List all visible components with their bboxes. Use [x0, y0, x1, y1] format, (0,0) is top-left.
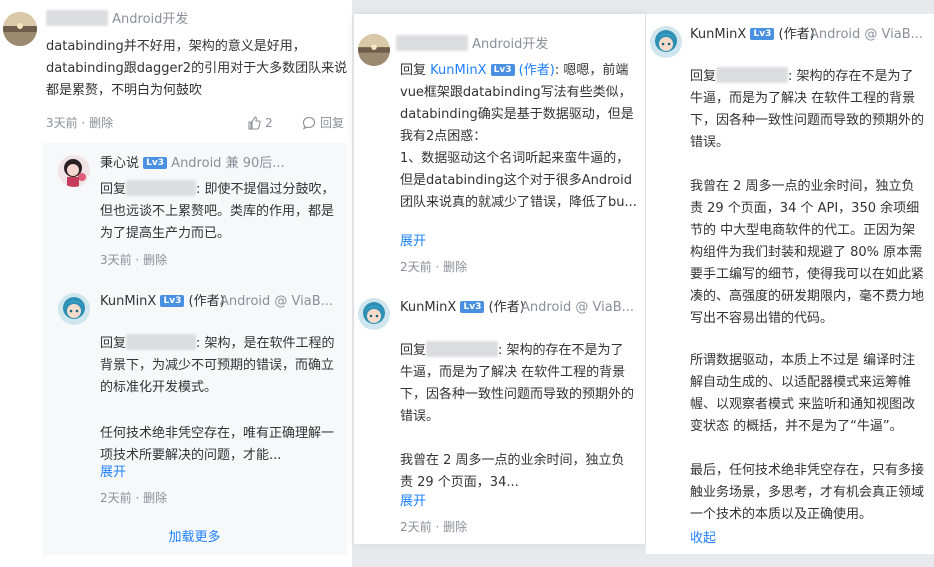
- reply-text: 回复: 架构的存在不是为了牛逼，而是为了解决 在软件工程的背景下，因各种一致性问…: [400, 341, 635, 424]
- mention-link[interactable]: KunMinX: [430, 63, 486, 78]
- expand-link[interactable]: 展开: [100, 462, 126, 484]
- reply-header: KunMinX Lv3 (作者) Android @ ViaB...: [100, 291, 340, 313]
- delete-button[interactable]: 删除: [89, 116, 113, 130]
- comment-header: Android开发: [46, 9, 188, 31]
- expand-link[interactable]: 展开: [400, 231, 426, 253]
- user-dept: Android @ ViaB...: [521, 300, 635, 315]
- reply-text: 回复: 架构，是在软件工程的背景下，为减少不可预期的错误，而确立的标准化开发模式…: [100, 334, 335, 395]
- comment-panel-middle: Android开发 回复 KunMinX Lv3 (作者): 嗯嗯，前端vue框…: [354, 14, 645, 544]
- reply-text: 回复: 架构的存在不是为了牛逼，而是为了解决 在软件工程的背景下，因各种一致性问…: [690, 67, 925, 150]
- anime-avatar-icon: [358, 298, 390, 330]
- username-redacted: [126, 334, 197, 350]
- user-dept: Android开发: [112, 12, 189, 27]
- reply-meta: 3天前 · 删除: [100, 253, 168, 267]
- username-redacted: [396, 35, 468, 51]
- reply-meta: 2天前 · 删除: [100, 491, 168, 505]
- username-redacted: [126, 180, 197, 196]
- comment-header: Android开发: [396, 34, 548, 56]
- comment-meta: 2天前 · 删除: [400, 260, 468, 274]
- girl-avatar-icon: [58, 155, 90, 187]
- reply-paragraph-3: 所谓数据驱动，本质上不过是 编译时注解自动生成的、以适配器模式来运筹帷幄、以观察…: [690, 353, 916, 434]
- like-button[interactable]: 2: [247, 112, 273, 134]
- collapse-link[interactable]: 收起: [690, 528, 716, 550]
- comment-icon: [302, 116, 316, 130]
- user-dept: Android开发: [472, 37, 549, 52]
- delete-button[interactable]: 删除: [443, 520, 467, 534]
- reply-username[interactable]: KunMinX: [100, 294, 156, 309]
- like-count: 2: [265, 116, 273, 130]
- reply-paragraph-4: 最后，任何技术绝非凭空存在，只有多接触业务场景，多思考，才有机会真正领域一个技术…: [690, 463, 925, 522]
- user-dept: Android @ ViaB...: [810, 27, 924, 42]
- user-avatar[interactable]: [358, 34, 390, 66]
- reply-thread: 秉心说 Lv3 Android 兼 90后... 回复: 即使不提倡过分鼓吹，但…: [42, 143, 347, 555]
- reply-header: KunMinX Lv3 (作者) Android @ ViaB...: [400, 297, 640, 319]
- reply-text: 回复: 即使不提倡过分鼓吹，但也远谈不上累赘吧。类库的作用，都是为了提高生产力而…: [100, 180, 335, 241]
- sunset-avatar-icon: [358, 34, 390, 66]
- reply-avatar[interactable]: [358, 298, 390, 330]
- reply-header: 秉心说 Lv3 Android 兼 90后...: [100, 153, 285, 175]
- comment-text-2: 1、数据驱动这个名词听起来蛮牛逼的，但是databinding这个对于很多And…: [400, 151, 637, 210]
- reply-text-2: 任何技术绝非凭空存在，唯有正确理解一项技术所要解决的问题，才能...: [100, 426, 335, 463]
- reply-button[interactable]: 回复: [302, 112, 344, 134]
- level-badge: Lv3: [160, 295, 185, 307]
- reply-avatar[interactable]: [58, 155, 90, 187]
- reply-avatar[interactable]: [58, 293, 90, 325]
- reply-username[interactable]: 秉心说: [100, 156, 139, 171]
- level-badge: Lv3: [460, 301, 485, 313]
- author-tag: (作者): [488, 300, 525, 315]
- delete-button[interactable]: 删除: [143, 253, 167, 267]
- reply-text-2: 我曾在 2 周多一点的业余时间，独立负责 29 个页面，34...: [400, 453, 625, 490]
- comment-panel-right: KunMinX Lv3 (作者) Android @ ViaB... 回复: 架…: [646, 14, 934, 554]
- reply-username[interactable]: KunMinX: [400, 300, 456, 315]
- reply-header: KunMinX Lv3 (作者) Android @ ViaB...: [690, 24, 930, 46]
- level-badge: Lv3: [490, 64, 515, 76]
- username-redacted: [426, 341, 499, 357]
- user-avatar[interactable]: [3, 12, 37, 46]
- reply-username[interactable]: KunMinX: [690, 27, 746, 42]
- comment-time: 3天前: [46, 116, 78, 130]
- expand-link[interactable]: 展开: [400, 491, 426, 513]
- user-dept: Android @ ViaB...: [220, 294, 334, 309]
- user-dept: Android 兼 90后...: [171, 156, 285, 171]
- reply-avatar[interactable]: [650, 26, 682, 58]
- level-badge: Lv3: [143, 157, 168, 169]
- delete-button[interactable]: 删除: [143, 491, 167, 505]
- reply-meta: 2天前 · 删除: [400, 520, 468, 534]
- sunset-avatar-icon: [3, 12, 37, 46]
- reply-paragraph-2: 我曾在 2 周多一点的业余时间，独立负责 29 个页面，34 个 API，350…: [690, 179, 925, 326]
- username-redacted: [716, 67, 789, 83]
- delete-button[interactable]: 删除: [443, 260, 467, 274]
- load-more-button[interactable]: 加载更多: [42, 527, 347, 549]
- reply-label: 回复: [320, 116, 345, 130]
- level-badge: Lv3: [750, 28, 775, 40]
- comment-text: 回复 KunMinX Lv3 (作者): 嗯嗯，前端vue框架跟databind…: [400, 63, 634, 144]
- username-redacted: [46, 10, 108, 26]
- comment-meta: 3天前 · 删除: [46, 116, 114, 130]
- comment-text: databinding并不好用，架构的意义是好用，databinding跟dag…: [46, 39, 348, 98]
- thumb-up-icon: [248, 116, 261, 130]
- comment-panel-left: Android开发 databinding并不好用，架构的意义是好用，datab…: [0, 0, 352, 567]
- anime-avatar-icon: [650, 26, 682, 58]
- anime-avatar-icon: [58, 293, 90, 325]
- author-tag: (作者): [518, 63, 555, 78]
